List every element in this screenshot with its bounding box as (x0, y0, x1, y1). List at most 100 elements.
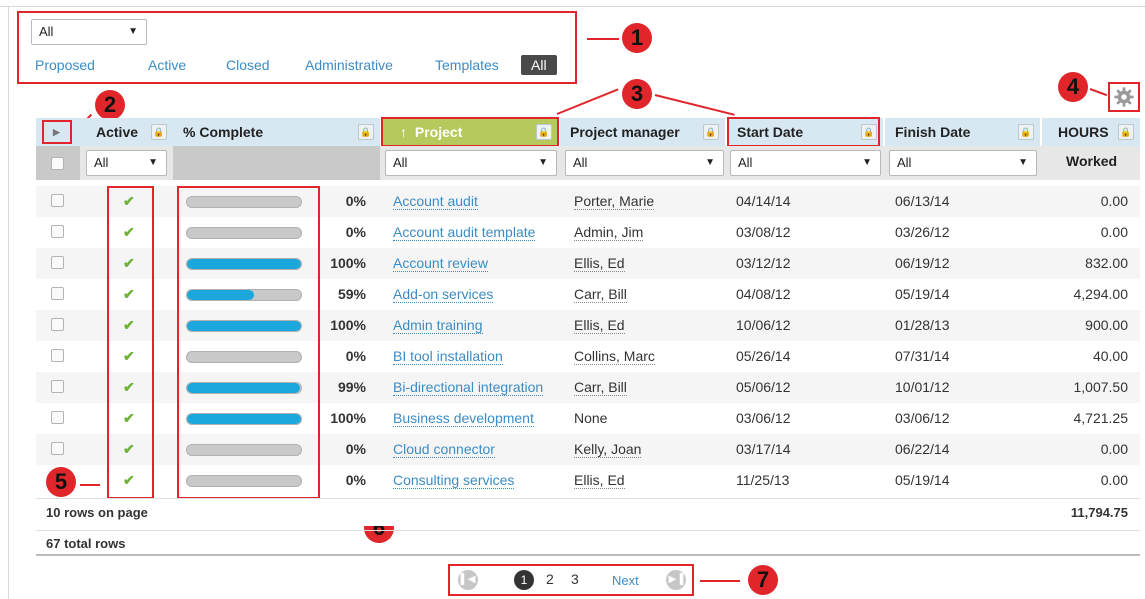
start-date: 05/06/12 (736, 379, 791, 395)
manager-cell: Ellis, Ed (574, 465, 625, 496)
project-cell: BI tool installation (393, 341, 503, 372)
annotation-line-7 (700, 580, 740, 582)
left-border (8, 7, 9, 599)
annotation-line-3a (556, 88, 619, 115)
manager-filter-value: All (573, 155, 588, 170)
lock-icon[interactable]: 🔒 (1018, 124, 1034, 140)
manager-link[interactable]: Ellis, Ed (574, 472, 625, 489)
column-header-complete-label: % Complete (183, 124, 264, 140)
row-checkbox[interactable] (51, 287, 64, 300)
project-cell: Business development (393, 403, 534, 434)
row-checkbox[interactable] (51, 194, 64, 207)
project-link[interactable]: Account audit template (393, 224, 536, 241)
manager-link[interactable]: Porter, Marie (574, 193, 655, 210)
hours-worked: 832.00 (1085, 255, 1128, 271)
start-filter-select[interactable]: All ▼ (730, 150, 881, 176)
row-checkbox[interactable] (51, 256, 64, 269)
finish-date: 03/26/12 (895, 224, 950, 240)
project-link[interactable]: Admin training (393, 317, 483, 334)
percent-complete: 99% (337, 379, 366, 395)
project-link[interactable]: Account audit (393, 193, 478, 210)
project-link[interactable]: Add-on services (393, 286, 494, 303)
manager-filter-select[interactable]: All ▼ (565, 150, 724, 176)
column-header-manager-label: Project manager (570, 124, 680, 140)
lock-icon[interactable]: 🔒 (1118, 124, 1134, 140)
project-filter-select[interactable]: All ▼ (385, 150, 557, 176)
manager-cell: None (574, 403, 607, 434)
row-checkbox[interactable] (51, 411, 64, 424)
finish-date: 05/19/14 (895, 286, 950, 302)
project-cell: Bi-directional integration (393, 372, 544, 403)
active-filter-select[interactable]: All ▼ (86, 150, 167, 176)
percent-complete: 0% (345, 441, 366, 457)
total-rows-label: 67 total rows (46, 536, 126, 551)
percent-complete: 0% (345, 472, 366, 488)
select-all-checkbox[interactable] (51, 157, 64, 170)
total-rows: 67 total rows (36, 530, 1140, 556)
hours-worked: 0.00 (1100, 472, 1128, 488)
manager-link[interactable]: Carr, Bill (574, 379, 627, 396)
manager-link[interactable]: Ellis, Ed (574, 255, 625, 272)
percent-complete: 0% (345, 348, 366, 364)
manager-cell: Porter, Marie (574, 186, 655, 217)
finish-date: 07/31/14 (895, 348, 950, 364)
project-cell: Account audit (393, 186, 478, 217)
column-header-finish[interactable]: Finish Date 🔒 (885, 118, 1040, 146)
hours-total: 11,794.75 (1070, 505, 1128, 520)
row-checkbox[interactable] (51, 318, 64, 331)
column-header-manager[interactable]: Project manager 🔒 (560, 118, 725, 146)
column-header-active[interactable]: Active 🔒 (80, 118, 173, 146)
project-link[interactable]: Cloud connector (393, 441, 495, 458)
row-checkbox[interactable] (51, 349, 64, 362)
row-checkbox[interactable] (51, 442, 64, 455)
project-cell: Add-on services (393, 279, 494, 310)
hours-worked: 0.00 (1100, 193, 1128, 209)
column-header-hours[interactable]: HOURS 🔒 (1042, 118, 1140, 146)
annotation-box-3a (381, 117, 559, 147)
start-date: 04/14/14 (736, 193, 791, 209)
manager-link[interactable]: Collins, Marc (574, 348, 655, 365)
callout-3: 3 (622, 79, 652, 109)
finish-date: 06/19/12 (895, 255, 950, 271)
annotation-line-1 (587, 38, 619, 40)
project-link[interactable]: Consulting services (393, 472, 515, 489)
manager-link[interactable]: Ellis, Ed (574, 317, 625, 334)
column-header-complete[interactable]: % Complete 🔒 (173, 118, 380, 146)
complete-filter-cell (173, 146, 380, 180)
percent-complete: 0% (345, 193, 366, 209)
finish-filter-select[interactable]: All ▼ (889, 150, 1037, 176)
manager-link[interactable]: Kelly, Joan (574, 441, 642, 458)
manager-link[interactable]: Carr, Bill (574, 286, 627, 303)
row-checkbox[interactable] (51, 380, 64, 393)
project-link[interactable]: Business development (393, 410, 534, 427)
lock-icon[interactable]: 🔒 (151, 124, 167, 140)
manager-cell: Collins, Marc (574, 341, 655, 372)
finish-date: 05/19/14 (895, 472, 950, 488)
hours-worked: 40.00 (1092, 348, 1128, 364)
lock-icon[interactable]: 🔒 (358, 124, 374, 140)
project-link[interactable]: Bi-directional integration (393, 379, 544, 396)
finish-date: 01/28/13 (895, 317, 950, 333)
hours-worked-label: Worked (1066, 153, 1118, 169)
hours-worked: 0.00 (1100, 441, 1128, 457)
finish-date: 06/13/14 (895, 193, 950, 209)
manager-link[interactable]: None (574, 410, 607, 426)
finish-filter-value: All (897, 155, 912, 170)
percent-complete: 100% (330, 255, 366, 271)
row-checkbox[interactable] (51, 225, 64, 238)
project-link[interactable]: BI tool installation (393, 348, 503, 365)
chevron-down-icon: ▼ (705, 157, 715, 168)
chevron-down-icon: ▼ (862, 157, 872, 168)
project-link[interactable]: Account review (393, 255, 488, 272)
chevron-down-icon: ▼ (538, 157, 548, 168)
project-filter-value: All (393, 155, 408, 170)
annotation-box-5 (107, 186, 154, 499)
start-date: 10/06/12 (736, 317, 791, 333)
manager-link[interactable]: Admin, Jim (574, 224, 644, 241)
manager-cell: Admin, Jim (574, 217, 644, 248)
column-header-active-label: Active (96, 124, 139, 140)
column-header-hours-label: HOURS (1058, 124, 1109, 140)
callout-1: 1 (622, 23, 652, 53)
lock-icon[interactable]: 🔒 (703, 124, 719, 140)
project-cell: Cloud connector (393, 434, 495, 465)
